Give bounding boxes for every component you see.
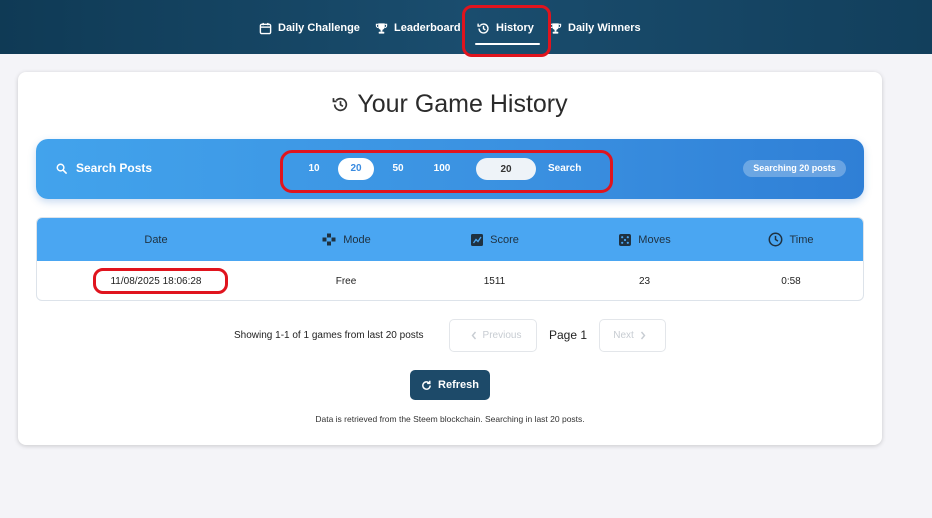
clock-icon [769, 232, 783, 247]
table-cell-score: 1511 [483, 275, 506, 287]
history-card: Your Game History Search Posts 10 20 50 … [18, 72, 882, 445]
chevron-left-icon [471, 331, 476, 340]
post-count-input[interactable] [476, 158, 536, 180]
post-count-option-100[interactable]: 100 [424, 158, 460, 180]
chart-icon [471, 233, 484, 246]
nav-daily-winners[interactable]: Daily Winners [549, 18, 641, 38]
nav-label: Leaderboard [394, 22, 461, 34]
next-page-label: Next [613, 330, 634, 341]
search-posts-title: Search Posts [56, 161, 152, 175]
table-cell-date: 11/08/2025 18:06:28 [110, 275, 202, 287]
top-navigation: Daily Challenge Leaderboard History Dail… [0, 0, 932, 54]
page-title-text: Your Game History [357, 90, 568, 118]
page-indicator: Page 1 [549, 328, 588, 342]
nav-label: Daily Winners [568, 22, 641, 34]
nav-label: Daily Challenge [278, 22, 360, 34]
nav-daily-challenge[interactable]: Daily Challenge [259, 18, 360, 38]
column-header-label: Time [789, 233, 814, 246]
trophy-icon [375, 22, 388, 34]
dice-icon [619, 233, 632, 246]
post-count-option-20[interactable]: 20 [338, 158, 374, 180]
calendar-icon [259, 22, 272, 34]
table-cell-moves: 23 [638, 275, 651, 287]
footnote: Data is retrieved from the Steem blockch… [315, 414, 585, 424]
table-cell-mode: Free [335, 275, 357, 287]
search-icon [56, 163, 67, 174]
previous-page-button[interactable]: Previous [449, 319, 537, 352]
pagination-summary: Showing 1-1 of 1 games from last 20 post… [234, 330, 424, 341]
refresh-button[interactable]: Refresh [410, 370, 490, 400]
status-badge: Searching 20 posts [743, 160, 846, 177]
column-header-label: Moves [638, 233, 671, 246]
search-posts-label: Search Posts [76, 161, 153, 175]
table-cell-time: 0:58 [781, 275, 801, 287]
page-title: Your Game History [18, 90, 882, 119]
refresh-label: Refresh [438, 379, 479, 391]
column-header-date: Date [37, 218, 275, 261]
column-header-label: Date [144, 233, 168, 246]
post-count-option-10[interactable]: 10 [300, 158, 328, 180]
chevron-right-icon [640, 331, 646, 340]
column-header-time: Time [717, 218, 863, 261]
game-history-table: Date Mode Score Moves Time 11/08/2025 18… [36, 217, 864, 301]
post-count-option-50[interactable]: 50 [382, 158, 414, 180]
history-icon [477, 22, 489, 34]
history-icon [332, 97, 348, 112]
table-header: Date Mode Score Moves Time [37, 218, 863, 261]
column-header-label: Score [490, 233, 519, 246]
column-header-moves: Moves [572, 218, 717, 261]
nav-label: History [496, 22, 534, 34]
next-page-button[interactable]: Next [599, 319, 666, 352]
refresh-icon [422, 380, 431, 390]
column-header-label: Mode [343, 233, 371, 246]
search-button[interactable]: Search [548, 158, 581, 180]
nav-leaderboard[interactable]: Leaderboard [375, 18, 461, 38]
previous-page-label: Previous [482, 330, 522, 341]
nav-history[interactable]: History [475, 18, 540, 45]
column-header-score: Score [417, 218, 572, 261]
trophy-icon [549, 22, 562, 34]
column-header-mode: Mode [275, 218, 417, 261]
search-posts-bar: Search Posts 10 20 50 100 Search Searchi… [36, 139, 864, 199]
gamepad-icon [322, 233, 336, 246]
